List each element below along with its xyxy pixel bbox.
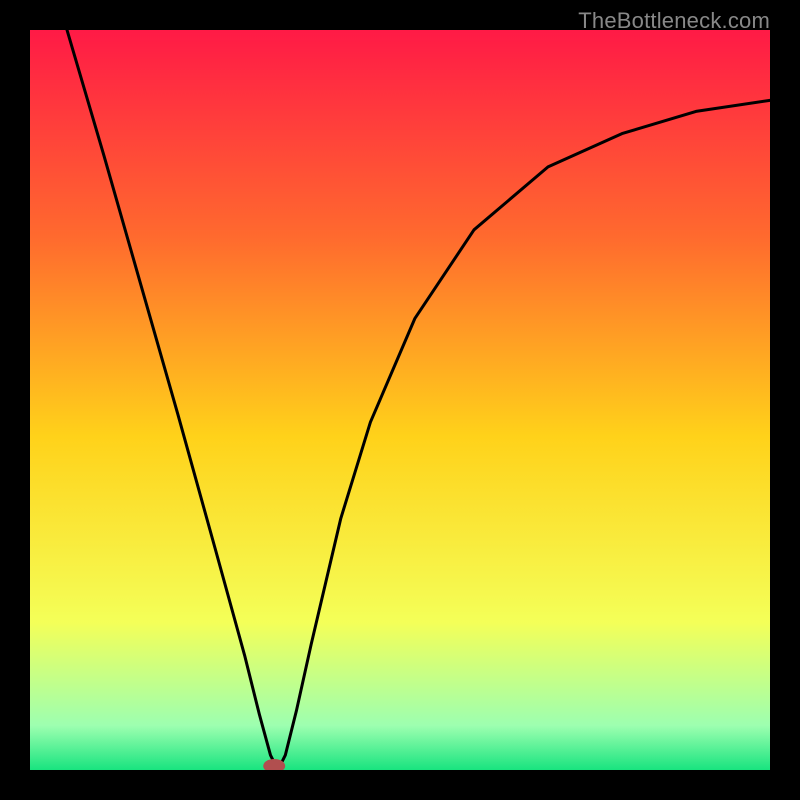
watermark-label: TheBottleneck.com bbox=[578, 8, 770, 34]
chart-plot-area bbox=[30, 30, 770, 770]
gradient-background bbox=[30, 30, 770, 770]
chart-svg bbox=[30, 30, 770, 770]
chart-container bbox=[30, 30, 770, 770]
